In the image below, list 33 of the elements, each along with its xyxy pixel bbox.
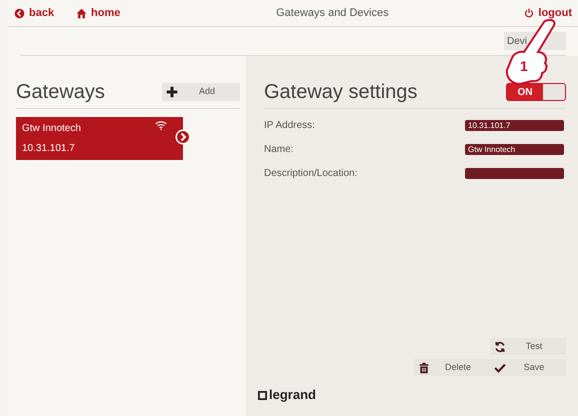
logout-link[interactable]: logout <box>524 4 572 22</box>
trash-icon <box>418 362 430 374</box>
brand-logo: legrand <box>258 385 316 405</box>
chevron-icon[interactable] <box>175 129 191 145</box>
input-field[interactable]: 10.31.101.7 <box>465 120 564 130</box>
add-button[interactable]: Add <box>162 83 240 101</box>
home-icon <box>76 8 87 18</box>
page-title: Gateways and Devices <box>275 6 390 21</box>
input-field[interactable] <box>465 168 564 178</box>
logo-square-icon <box>258 390 267 400</box>
field-label: Name: <box>264 142 294 156</box>
plus-icon <box>166 86 178 98</box>
field-label: Description/Location: <box>264 166 358 180</box>
save-button[interactable]: Save <box>490 359 566 376</box>
gateway-name: Gtw Innotech <box>22 122 81 136</box>
input-field[interactable]: Gtw Innotech <box>465 144 564 154</box>
field-label: IP Address: <box>264 118 315 132</box>
section-heading: Gateway settings <box>264 80 418 104</box>
on-off-switch[interactable]: ON <box>506 83 566 101</box>
pointing-hand-drawing <box>506 19 556 85</box>
gateway-card[interactable]: Gtw Innotech 10.31.101.7 <box>16 117 183 160</box>
refresh-icon <box>494 340 506 352</box>
section-heading: Gateways <box>16 80 105 104</box>
test-button[interactable]: Test <box>490 338 566 355</box>
check-icon <box>494 362 506 374</box>
back-link[interactable]: back <box>14 4 76 22</box>
back-icon <box>14 8 25 18</box>
home-link[interactable]: home <box>76 4 120 22</box>
callout-number: 1 <box>520 57 528 76</box>
power-icon <box>524 8 534 18</box>
gateway-ip: 10.31.101.7 <box>22 142 75 156</box>
delete-button[interactable]: Delete <box>414 359 490 376</box>
wifi-icon <box>155 121 167 130</box>
